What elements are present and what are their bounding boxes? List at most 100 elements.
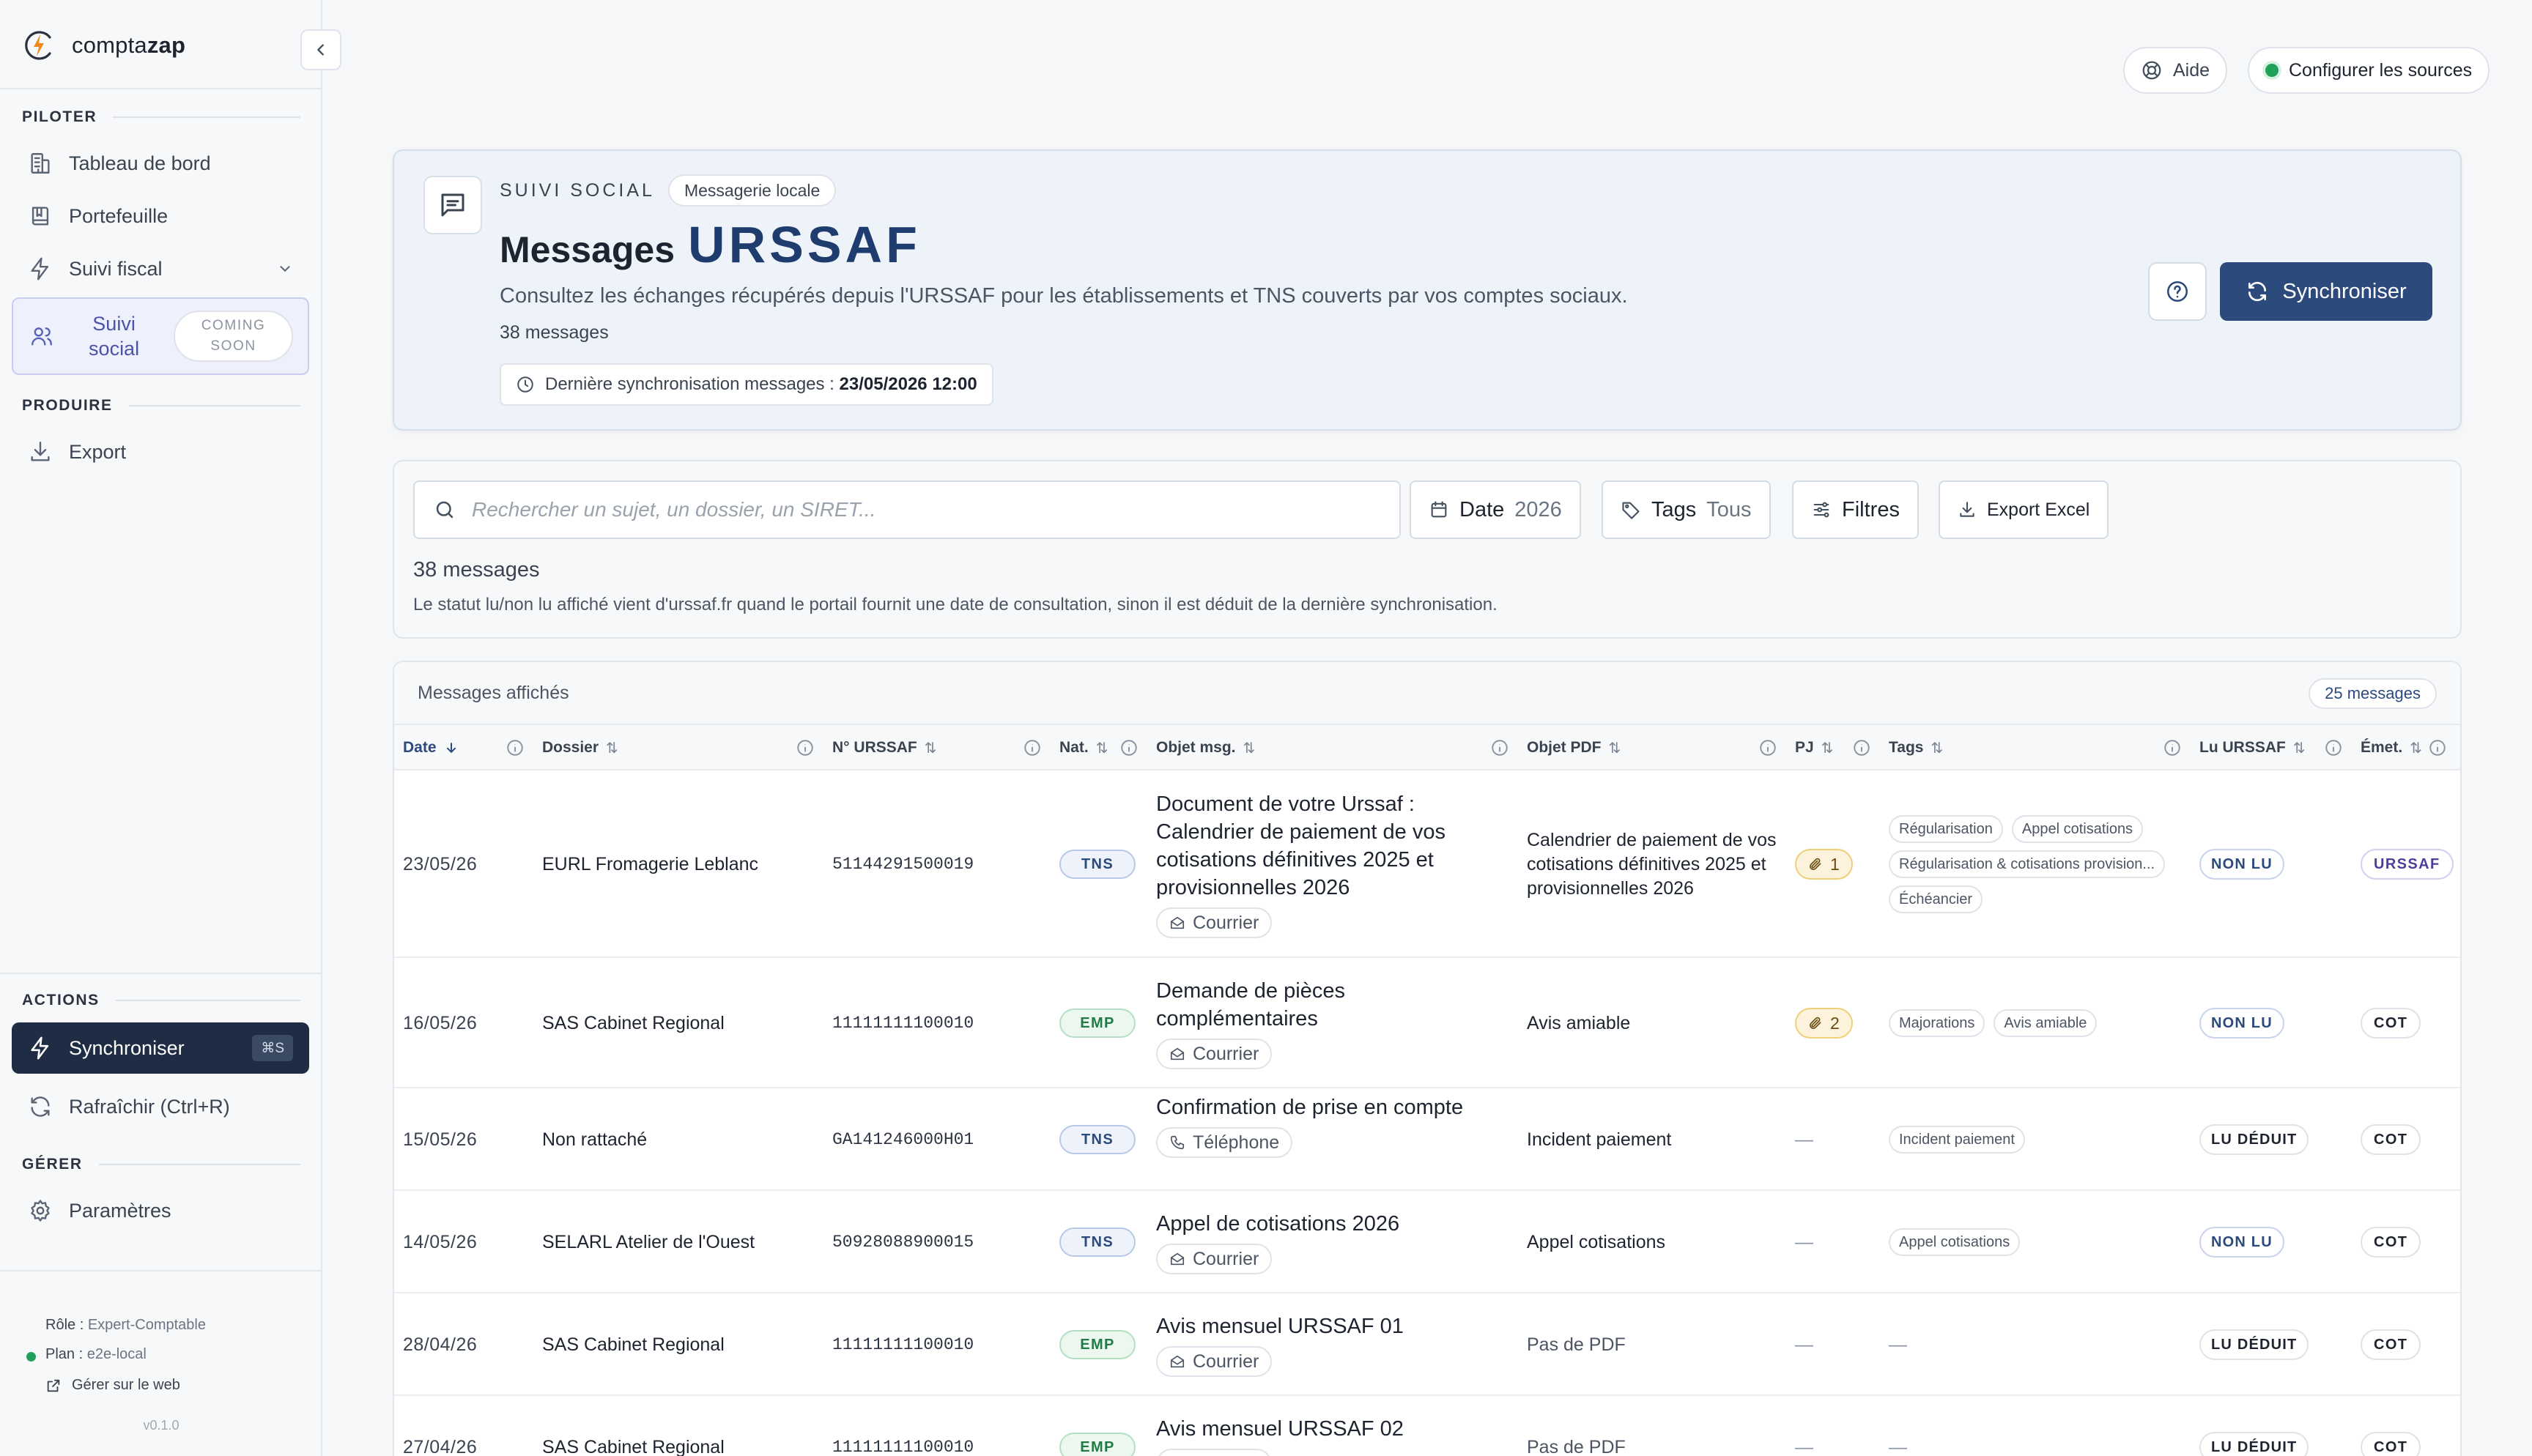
tag-chip[interactable]: Majorations [1889, 1009, 1985, 1037]
status-dot [2265, 64, 2279, 77]
cell-objet[interactable]: Avis mensuel URSSAF 01 Courrier [1156, 1312, 1500, 1377]
cell-urssaf-number: 11111111100010 [832, 1438, 974, 1456]
column-label: Objet PDF [1527, 739, 1602, 756]
cell-emitter: URSSAF [2361, 849, 2454, 880]
pdf-subject: Avis amiable [1527, 1013, 1631, 1033]
table-row[interactable]: 14/05/26 SELARL Atelier de l'Ouest 5092808… [394, 1191, 2460, 1293]
sort-icon: ⇅ [1821, 740, 1834, 757]
sort-icon: ⇅ [1608, 740, 1621, 757]
sidebar-item-export[interactable]: Export [12, 429, 309, 475]
column-header-emet[interactable]: Émet. ⇅ [2361, 725, 2422, 770]
cell-objet[interactable]: Confirmation de prise en compte Téléphone [1156, 1093, 1500, 1158]
message-subject[interactable]: Avis mensuel URSSAF 02 [1156, 1415, 1500, 1443]
search-input[interactable] [472, 498, 1351, 521]
cell-objet[interactable]: Appel de cotisations 2026 Courrier [1156, 1210, 1500, 1274]
table-row[interactable]: 16/05/26 SAS Cabinet Regional 111111111000… [394, 958, 2460, 1088]
tag-chip[interactable]: Appel cotisations [2011, 815, 2144, 843]
column-label: Lu URSSAF [2199, 739, 2286, 756]
info-help-button[interactable] [2148, 262, 2207, 321]
info-icon[interactable] [1852, 738, 1871, 757]
pdf-subject: Pas de PDF [1527, 1334, 1626, 1355]
sidebar-item-social[interactable]: Suivi social COMING SOON [12, 297, 309, 375]
export-excel-button[interactable]: Export Excel [1939, 480, 2109, 539]
column-header-objet[interactable]: Objet msg. ⇅ [1156, 725, 1255, 770]
sidebar-item-refresh[interactable]: Rafraîchir (Ctrl+R) [12, 1084, 309, 1129]
brand[interactable]: comptazap [22, 25, 185, 66]
column-header-nature[interactable]: Nat. ⇅ [1059, 725, 1108, 770]
sidebar-item-fiscal[interactable]: Suivi fiscal [12, 246, 309, 291]
message-subject[interactable]: Document de votre Urssaf : Calendrier de… [1156, 790, 1500, 902]
table-row[interactable]: 28/04/26 SAS Cabinet Regional 111111111000… [394, 1293, 2460, 1396]
cell-urssaf-number: 50928088900015 [832, 1233, 974, 1252]
sidebar-item-dashboard[interactable]: Tableau de bord [12, 141, 309, 186]
sidebar-item-label: Rafraîchir (Ctrl+R) [69, 1095, 230, 1118]
read-status-badge: LU DÉDUIT [2199, 1124, 2309, 1155]
tag-chip[interactable]: Échéancier [1889, 885, 1983, 913]
date-filter-button[interactable]: Date 2026 [1410, 480, 1581, 539]
info-icon[interactable] [1490, 738, 1509, 757]
coming-soon-badge: COMING SOON [174, 311, 293, 362]
filter-bar: Date 2026 Tags Tous Filtres Export Excel… [393, 460, 2462, 639]
info-icon[interactable] [1758, 738, 1777, 757]
sidebar-item-settings[interactable]: Paramètres [12, 1188, 309, 1233]
column-header-date[interactable]: Date [403, 725, 459, 770]
sidebar-item-portfolio[interactable]: Portefeuille [12, 193, 309, 239]
lifebuoy-icon [2142, 61, 2161, 80]
column-header-urssaf[interactable]: N° URSSAF ⇅ [832, 725, 937, 770]
tag-chip[interactable]: Incident paiement [1889, 1126, 2025, 1154]
mail-icon [1169, 1353, 1185, 1370]
cell-objet[interactable]: Document de votre Urssaf : Calendrier de… [1156, 790, 1500, 938]
cell-date: 16/05/26 [403, 1013, 478, 1033]
sidebar-sync-button[interactable]: Synchroniser ⌘S [12, 1022, 309, 1074]
info-icon[interactable] [2324, 738, 2343, 757]
table-column-headers: Date Dossier ⇅ N° URSSAF ⇅ Nat. ⇅ Objet msg… [394, 725, 2460, 770]
tag-chip[interactable]: Appel cotisations [1889, 1228, 2021, 1256]
emitter-badge: COT [2361, 1124, 2421, 1155]
tag-chip[interactable]: Avis amiable [1994, 1009, 2098, 1037]
empty-value: — [1889, 1334, 1907, 1355]
cell-nature: EMP [1059, 1330, 1136, 1359]
cell-dossier: SAS Cabinet Regional [542, 1334, 725, 1355]
table-row[interactable]: 23/05/26 EURL Fromagerie Leblanc 511442915… [394, 770, 2460, 958]
eyebrow-text: SUIVI SOCIAL [500, 179, 655, 201]
cell-objet[interactable]: Avis mensuel URSSAF 02 Courrier [1156, 1415, 1500, 1456]
refresh-icon [31, 1096, 50, 1117]
cell-attachments: — [1795, 1334, 1813, 1356]
tags-filter-button[interactable]: Tags Tous [1602, 480, 1771, 539]
info-icon[interactable] [1119, 738, 1139, 757]
sync-button[interactable]: Synchroniser [2220, 262, 2432, 321]
collapse-sidebar-button[interactable] [300, 29, 341, 70]
message-subject[interactable]: Demande de pièces complémentaires [1156, 977, 1500, 1033]
attachment-badge[interactable]: 2 [1795, 1008, 1853, 1039]
info-icon[interactable] [2163, 738, 2182, 757]
help-button[interactable]: Aide [2123, 47, 2228, 94]
read-status-badge: LU DÉDUIT [2199, 1329, 2309, 1360]
message-subject[interactable]: Confirmation de prise en compte [1156, 1093, 1500, 1121]
tag-chip[interactable]: Régularisation [1889, 815, 2003, 843]
attachment-badge[interactable]: 1 [1795, 849, 1853, 880]
column-header-lu[interactable]: Lu URSSAF ⇅ [2199, 725, 2306, 770]
column-header-dossier[interactable]: Dossier ⇅ [542, 725, 618, 770]
cell-pdf: Pas de PDF [1527, 1333, 1783, 1357]
table-row[interactable]: 15/05/26 Non rattaché GA141246000H01 TNS Con… [394, 1088, 2460, 1191]
table-row[interactable]: 27/04/26 SAS Cabinet Regional 111111111000… [394, 1396, 2460, 1456]
filters-button[interactable]: Filtres [1792, 480, 1919, 539]
configure-sources-button[interactable]: Configurer les sources [2248, 47, 2490, 94]
info-icon[interactable] [1023, 738, 1042, 757]
message-subject[interactable]: Appel de cotisations 2026 [1156, 1210, 1500, 1238]
manage-web-link[interactable]: Gérer sur le web [45, 1377, 180, 1394]
info-icon[interactable] [2428, 738, 2447, 757]
info-icon[interactable] [506, 738, 525, 757]
shortcut-badge: ⌘S [252, 1035, 293, 1061]
column-header-tags[interactable]: Tags ⇅ [1889, 725, 1943, 770]
column-header-pdf[interactable]: Objet PDF ⇅ [1527, 725, 1621, 770]
channel-badge: Téléphone [1156, 1127, 1293, 1158]
cell-objet[interactable]: Demande de pièces complémentaires Courrie… [1156, 977, 1500, 1069]
table-count-badge: 25 messages [2309, 678, 2437, 709]
column-header-pj[interactable]: PJ ⇅ [1795, 725, 1833, 770]
tag-chip[interactable]: Régularisation & cotisations provision..… [1889, 850, 2166, 878]
search-field[interactable] [413, 480, 1401, 539]
info-icon[interactable] [796, 738, 815, 757]
message-subject[interactable]: Avis mensuel URSSAF 01 [1156, 1312, 1500, 1340]
tags-filter-label: Tags [1651, 497, 1697, 521]
